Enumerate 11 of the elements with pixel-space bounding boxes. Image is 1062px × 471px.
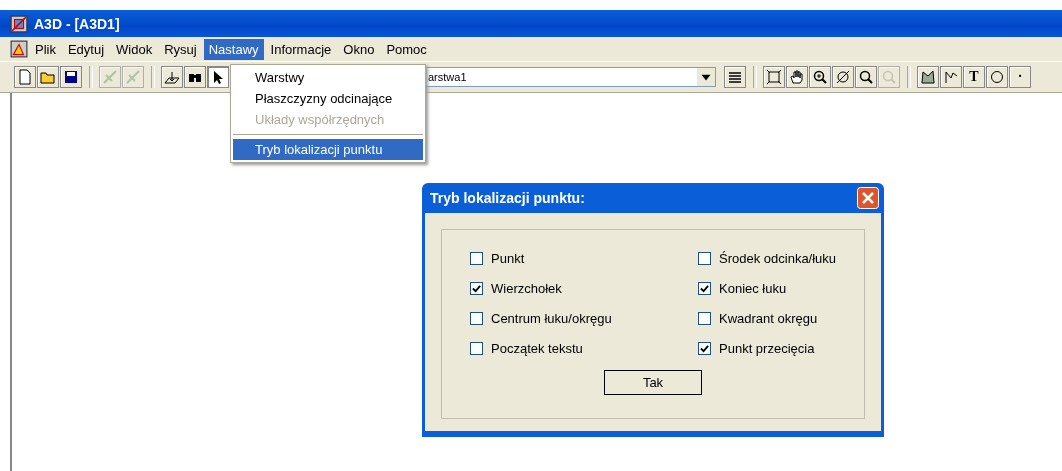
checkbox-label: Punkt przecięcia [719,340,815,356]
checkbox-label: Punkt [491,250,525,266]
checkbox-label: Centrum łuku/okręgu [491,310,612,326]
layer-value: arstwa1 [427,71,467,83]
checkbox-label: Kwadrant okręgu [719,310,818,326]
checkbox-label: Początek tekstu [491,340,583,356]
checkbox-label: Koniec łuku [719,280,787,296]
checkbox-label: Środek odcinka/łuku [719,250,837,266]
checkbox-label: Wierzchołek [491,280,562,296]
dialog-title: Tryb lokalizacji punktu: [430,190,585,206]
window-title: A3D - [A3D1] [34,15,120,32]
